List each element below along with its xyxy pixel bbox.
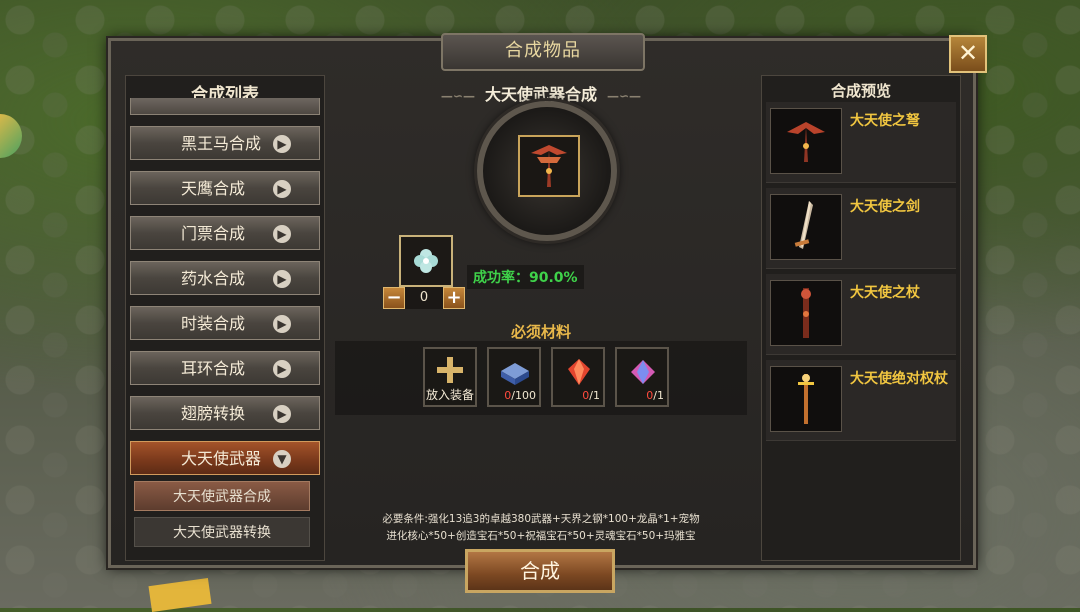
chevron-down-icon: ▼ [273, 450, 291, 468]
window-title: 合成物品 [441, 33, 645, 71]
plus-icon [437, 357, 463, 383]
list-item-label: 翅膀转换 [181, 404, 246, 423]
required-materials-title: 必须材料 [510, 323, 571, 341]
chevron-right-icon: ▶ [273, 180, 291, 198]
craft-button[interactable]: 合成 [465, 549, 615, 593]
material-slot-pet-core[interactable]: 0/1 [615, 347, 669, 407]
chevron-right-icon: ▶ [273, 225, 291, 243]
preview-thumb [770, 194, 842, 260]
list-item-label: 药水合成 [181, 269, 246, 288]
decrease-button[interactable]: − [383, 287, 405, 309]
material-count: 0/1 [582, 389, 600, 402]
chevron-right-icon: ▶ [273, 405, 291, 423]
chevron-right-icon: ▶ [273, 315, 291, 333]
material-count: 0/1 [646, 389, 664, 402]
list-item-archangel-weapon[interactable]: 大天使武器 ▼ [130, 441, 320, 475]
add-equipment-slot[interactable]: 放入装备 [423, 347, 477, 407]
chest-icon [501, 363, 529, 385]
list-item-partial[interactable] [130, 98, 320, 115]
craft-list-panel: 合成列表 黑王马合成 ▶ 天鹰合成 ▶ 门票合成 ▶ 药水合成 ▶ 时装合成 ▶ [125, 75, 325, 561]
staff-icon [801, 288, 811, 338]
preview-item-name: 大天使之剑 [850, 199, 920, 215]
material-slot-dragon-crystal[interactable]: 0/1 [551, 347, 605, 407]
scepter-icon [798, 374, 814, 424]
preview-item[interactable]: 大天使绝对权杖 [766, 360, 956, 441]
list-item-label: 黑王马合成 [181, 134, 262, 153]
crossbow-icon [531, 145, 567, 187]
list-item-sky-eagle[interactable]: 天鹰合成 ▶ [130, 171, 320, 205]
list-item-wings-convert[interactable]: 翅膀转换 ▶ [130, 396, 320, 430]
preview-item-name: 大天使绝对权杖 [850, 371, 948, 387]
sword-icon [794, 201, 813, 249]
luck-gem-slot[interactable] [399, 235, 453, 287]
preview-item[interactable]: 大天使之杖 [766, 274, 956, 355]
pink-gem-icon [631, 360, 655, 384]
preview-title: 合成预览 [830, 82, 891, 100]
list-item-label: 大天使武器 [181, 449, 262, 468]
clover-gem-icon [414, 249, 438, 273]
preview-item-name: 大天使之杖 [850, 285, 920, 301]
list-item-potion[interactable]: 药水合成 ▶ [130, 261, 320, 295]
material-slot-steel[interactable]: 0/100 [487, 347, 541, 407]
red-gem-icon [568, 359, 590, 385]
materials-row: 放入装备 0/100 0/1 0/1 [335, 341, 747, 415]
material-count: 0/100 [504, 389, 536, 402]
list-item-fashion[interactable]: 时装合成 ▶ [130, 306, 320, 340]
list-item-label: 门票合成 [181, 224, 246, 243]
conditions-line-1: 必要条件:强化13追3的卓越380武器+天界之钢*100+龙晶*1+宠物 [382, 513, 700, 525]
result-medallion [477, 101, 617, 241]
preview-thumb [770, 366, 842, 432]
quantity-stepper: − 0 + [383, 287, 465, 309]
chevron-right-icon: ▶ [273, 360, 291, 378]
add-equipment-label: 放入装备 [425, 388, 474, 402]
result-item-slot[interactable] [518, 135, 580, 197]
craft-window: 合成物品 ✕ 合成列表 黑王马合成 ▶ 天鹰合成 ▶ 门票合成 ▶ 药水合成 ▶ [108, 33, 987, 593]
list-item-ticket[interactable]: 门票合成 ▶ [130, 216, 320, 250]
preview-item[interactable]: 大天使之剑 [766, 188, 956, 269]
list-item-label: 天鹰合成 [181, 179, 246, 198]
preview-item-name: 大天使之弩 [850, 113, 920, 129]
recipe-panel: 大天使武器合成 − 0 + [331, 75, 751, 593]
list-item-label: 时装合成 [181, 314, 246, 333]
increase-button[interactable]: + [443, 287, 465, 309]
list-item-black-horse[interactable]: 黑王马合成 ▶ [130, 126, 320, 160]
sub-item-archangel-convert[interactable]: 大天使武器转换 [134, 517, 310, 547]
conditions-line-2: 进化核心*50+创造宝石*50+祝福宝石*50+灵魂宝石*50+玛雅宝 [386, 530, 696, 542]
craft-conditions: 必要条件:强化13追3的卓越380武器+天界之钢*100+龙晶*1+宠物 进化核… [361, 511, 721, 545]
chevron-right-icon: ▶ [273, 135, 291, 153]
preview-thumb [770, 280, 842, 346]
quantity-value: 0 [405, 287, 443, 309]
preview-panel: 合成预览 大天使之弩 大天使之剑 大天使之杖 大天使绝对权杖 [761, 75, 961, 561]
close-button[interactable]: ✕ [949, 35, 987, 73]
preview-thumb [770, 108, 842, 174]
craft-list[interactable]: 黑王马合成 ▶ 天鹰合成 ▶ 门票合成 ▶ 药水合成 ▶ 时装合成 ▶ 耳环合成… [130, 98, 320, 558]
chevron-right-icon: ▶ [273, 270, 291, 288]
list-item-label: 耳环合成 [181, 359, 246, 378]
success-rate: 成功率：90.0% [467, 265, 584, 289]
preview-item[interactable]: 大天使之弩 [766, 102, 956, 183]
list-item-earring[interactable]: 耳环合成 ▶ [130, 351, 320, 385]
crossbow-icon [787, 122, 825, 162]
sub-item-archangel-craft[interactable]: 大天使武器合成 [134, 481, 310, 511]
